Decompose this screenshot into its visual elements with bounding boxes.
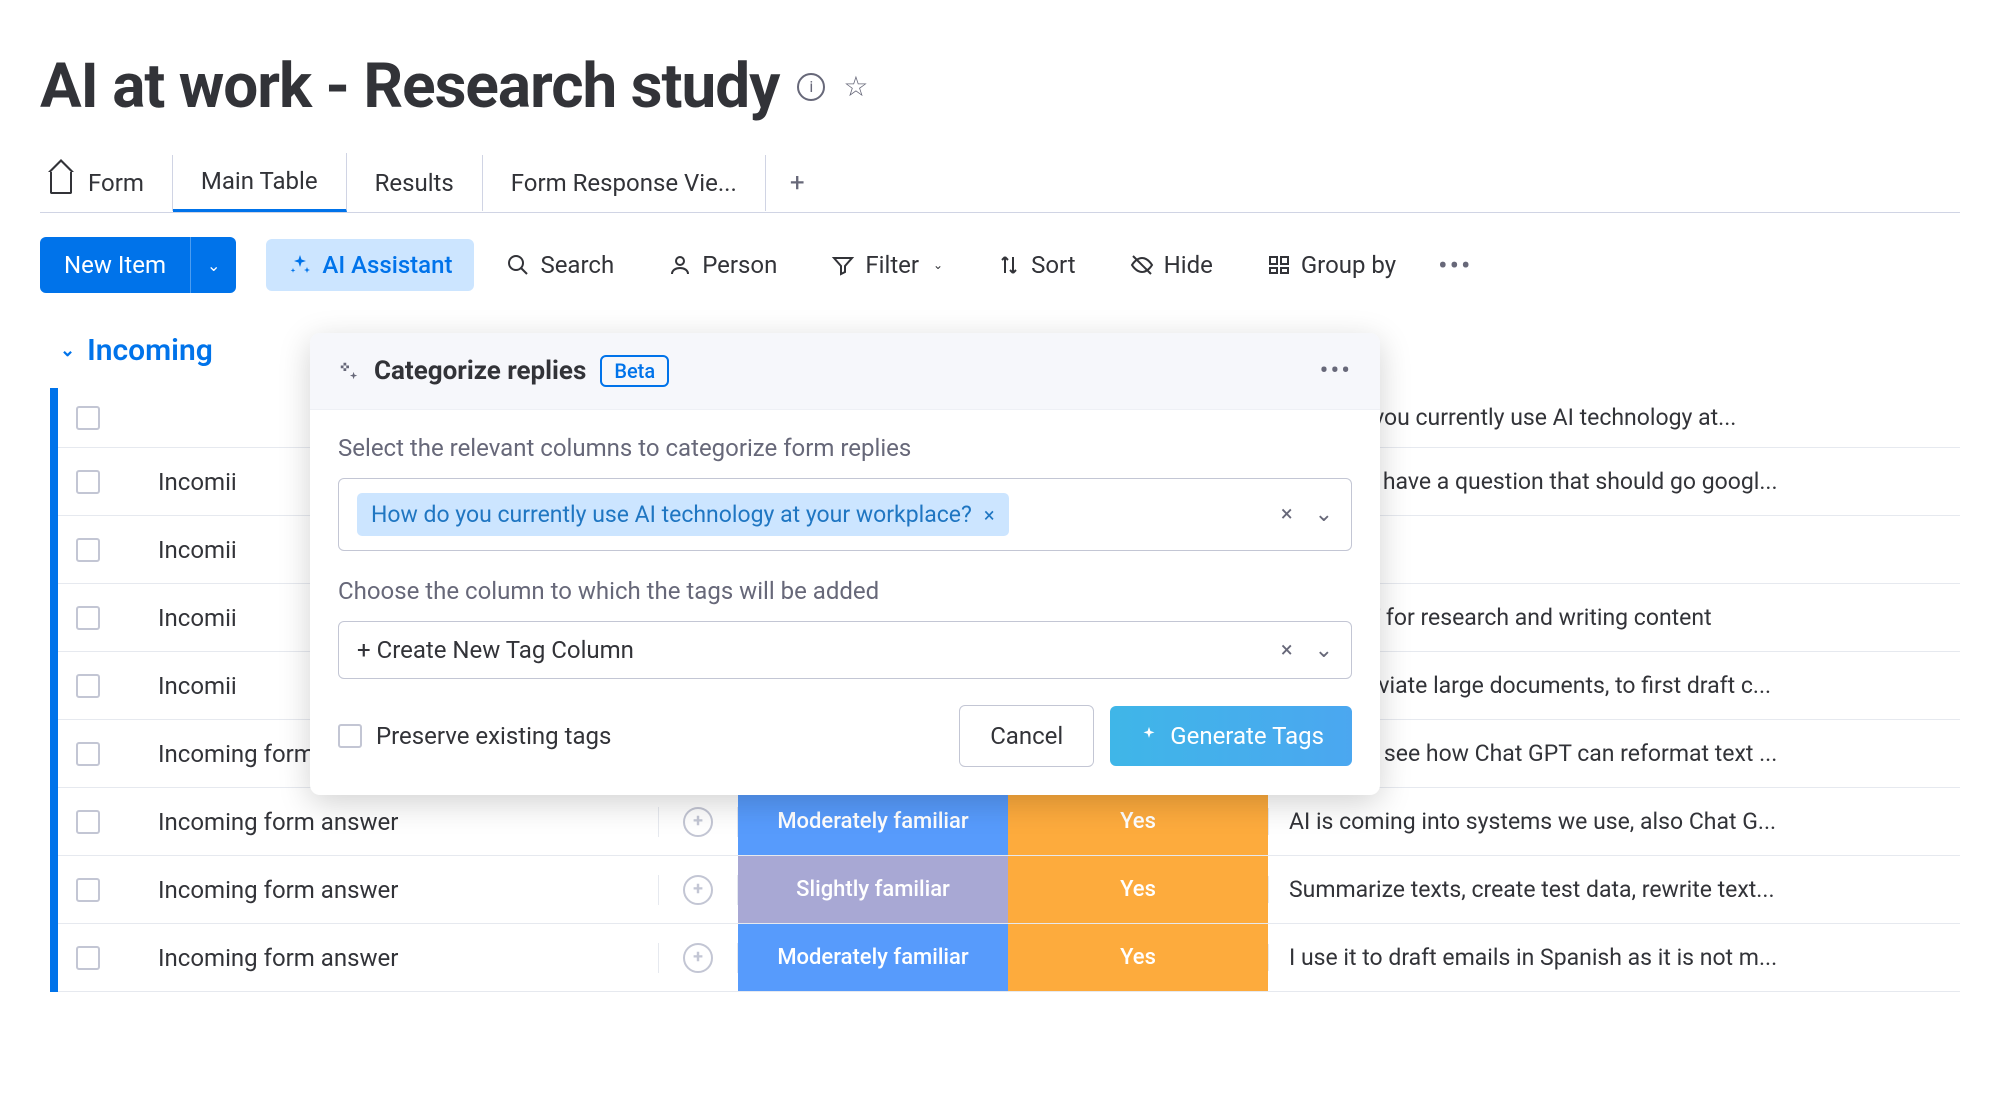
tab-main-table[interactable]: Main Table [173,153,347,212]
sparkle-icon [338,360,360,382]
sparkle-icon [288,253,312,277]
categorize-popover: Categorize replies Beta ••• Select the r… [310,333,1380,795]
hide-button[interactable]: Hide [1108,239,1235,291]
tab-form[interactable]: Form [40,155,173,211]
columns-select[interactable]: How do you currently use AI technology a… [338,478,1352,551]
beta-badge: Beta [600,355,669,387]
group-name: Incoming [87,333,213,368]
row-checkbox[interactable] [76,470,100,494]
chip-remove-icon[interactable]: × [984,503,995,527]
table-row[interactable]: Incoming form answer Moderately familiarY… [58,924,1960,992]
chevron-down-icon: ⌄ [60,340,75,361]
yesno-cell[interactable]: Yes [1008,856,1268,923]
response-text[interactable]: I use it to draft emails in Spanish as i… [1268,944,1960,971]
table-row[interactable]: Incoming form answer Moderately familiarY… [58,788,1960,856]
tab-results[interactable]: Results [347,155,483,211]
row-checkbox[interactable] [76,946,100,970]
favorite-icon[interactable]: ☆ [843,70,868,103]
sort-icon [997,253,1021,277]
home-icon [50,172,72,194]
familiarity-cell[interactable]: Slightly familiar [738,856,1008,923]
page-title: AI at work - Research study [40,50,779,123]
yesno-cell[interactable]: Yes [1008,788,1268,855]
new-item-dropdown[interactable]: ⌄ [190,237,236,293]
familiarity-cell[interactable]: Moderately familiar [738,924,1008,991]
generate-tags-button[interactable]: Generate Tags [1110,706,1352,766]
ai-assistant-button[interactable]: AI Assistant [266,239,474,291]
more-options-button[interactable]: ••• [1428,249,1482,282]
familiarity-cell[interactable]: Moderately familiar [738,788,1008,855]
hide-icon [1130,253,1154,277]
table-row[interactable]: Incoming form answer Slightly familiarYes… [58,856,1960,924]
row-checkbox[interactable] [76,742,100,766]
new-item-button[interactable]: New Item [40,237,190,293]
response-text[interactable]: AI is coming into systems we use, also C… [1268,808,1960,835]
filter-icon [831,253,855,277]
person-icon [668,253,692,277]
create-new-tag-column: + Create New Tag Column [357,636,634,664]
sparkle-icon [1138,725,1160,747]
chevron-down-icon: ⌄ [933,258,943,272]
chat-icon[interactable] [683,943,713,973]
selected-column-chip: How do you currently use AI technology a… [357,493,1009,536]
row-name[interactable]: Incoming form answer [118,808,658,836]
chevron-down-icon[interactable]: ⌄ [1315,638,1333,663]
row-name[interactable]: Incoming form answer [118,876,658,904]
response-text[interactable]: Summarize texts, create test data, rewri… [1268,876,1960,903]
row-checkbox[interactable] [76,538,100,562]
chat-icon[interactable] [683,875,713,905]
tab-form-response[interactable]: Form Response Vie... [483,155,766,211]
search-icon [506,253,530,277]
yesno-cell[interactable]: Yes [1008,924,1268,991]
target-column-select[interactable]: + Create New Tag Column × ⌄ [338,621,1352,679]
clear-select-icon[interactable]: × [1281,502,1293,527]
clear-select-icon[interactable]: × [1281,638,1293,663]
select-all-checkbox[interactable] [76,406,100,430]
row-checkbox[interactable] [76,878,100,902]
popover-title: Categorize replies [374,356,586,386]
row-checkbox[interactable] [76,674,100,698]
tabs: Form Main Table Results Form Response Vi… [40,153,1960,213]
target-column-label: Choose the column to which the tags will… [338,577,1352,605]
filter-button[interactable]: Filter⌄ [809,239,965,291]
sort-button[interactable]: Sort [975,239,1098,291]
group-by-button[interactable]: Group by [1245,239,1418,291]
add-tab-button[interactable]: + [766,154,829,212]
row-name[interactable]: Incoming form answer [118,944,658,972]
chat-icon[interactable] [683,807,713,837]
chevron-down-icon[interactable]: ⌄ [1315,502,1333,527]
row-checkbox[interactable] [76,810,100,834]
person-button[interactable]: Person [646,239,799,291]
info-icon[interactable]: i [797,73,825,101]
preserve-checkbox[interactable] [338,724,362,748]
cancel-button[interactable]: Cancel [959,705,1094,767]
select-columns-label: Select the relevant columns to categoriz… [338,434,1352,462]
row-checkbox[interactable] [76,606,100,630]
popover-more-button[interactable]: ••• [1320,356,1352,386]
group-icon [1267,253,1291,277]
toolbar: New Item ⌄ AI Assistant Search Person Fi… [40,237,1960,293]
preserve-tags-option[interactable]: Preserve existing tags [338,722,611,750]
search-button[interactable]: Search [484,239,636,291]
